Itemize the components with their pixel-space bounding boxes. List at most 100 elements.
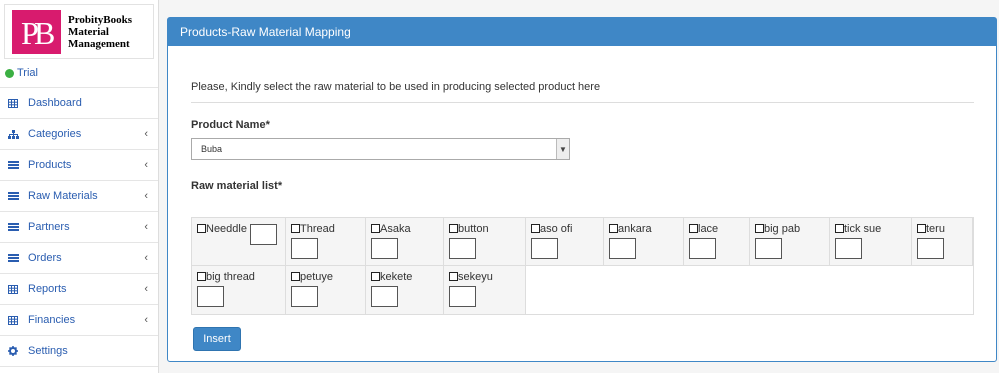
raw-material-checkbox[interactable] <box>755 224 764 233</box>
chevron-left-icon[interactable]: ‹ <box>144 252 148 264</box>
raw-material-name: Thread <box>300 223 335 235</box>
status-dot-icon <box>5 68 14 78</box>
sidebar-item-reports[interactable]: Reports ‹ <box>0 274 158 305</box>
list-icon <box>7 223 19 231</box>
raw-material-name: teru <box>926 223 945 235</box>
raw-material-checkbox[interactable] <box>449 224 458 233</box>
svg-text:B: B <box>34 15 55 49</box>
chevron-left-icon[interactable]: ‹ <box>144 190 148 202</box>
insert-button[interactable]: Insert <box>193 327 241 351</box>
sidebar-item-label: Categories <box>28 128 82 140</box>
pb-logo-icon: P B <box>12 9 61 54</box>
raw-material-row: Needdle Thread Asaka button aso ofi ankara lac… <box>192 218 973 266</box>
raw-material-item: kekete <box>366 266 444 314</box>
raw-material-checkbox[interactable] <box>609 224 618 233</box>
sidebar-item-products[interactable]: Products ‹ <box>0 150 158 181</box>
raw-material-name: button <box>458 223 489 235</box>
raw-material-name: sekeyu <box>458 271 493 283</box>
intro-text: Please, Kindly select the raw material t… <box>191 81 601 93</box>
raw-material-quantity-input[interactable] <box>250 224 277 245</box>
raw-material-checkbox[interactable] <box>197 272 206 281</box>
raw-material-list-label: Raw material list* <box>191 180 283 192</box>
brand-line-2: Material <box>68 25 109 38</box>
chevron-down-icon[interactable]: ▼ <box>556 139 569 159</box>
raw-material-quantity-input[interactable] <box>531 238 558 259</box>
raw-material-quantity-input[interactable] <box>197 286 224 307</box>
sidebar-item-categories[interactable]: Categories ‹ <box>0 119 158 150</box>
brand-logo[interactable]: P B ProbityBooks Material Management <box>4 4 154 59</box>
sidebar-item-dashboard[interactable]: Dashboard <box>0 88 158 119</box>
raw-material-checkbox[interactable] <box>689 224 698 233</box>
raw-material-checkbox[interactable] <box>835 224 844 233</box>
brand-line-3: Management <box>68 37 130 50</box>
raw-material-checkbox[interactable] <box>197 224 206 233</box>
sidebar-item-label: Products <box>28 159 72 171</box>
chevron-left-icon[interactable]: ‹ <box>144 283 148 295</box>
mapping-panel: Products-Raw Material Mapping Please, Ki… <box>167 17 997 362</box>
raw-material-row: big thread petuye kekete sekeyu <box>192 266 973 314</box>
raw-material-item: teru <box>912 218 973 265</box>
raw-material-name: big thread <box>206 271 255 283</box>
product-name-label: Product Name* <box>191 119 270 131</box>
sidebar-item-orders[interactable]: Orders ‹ <box>0 243 158 274</box>
raw-material-checkbox[interactable] <box>917 224 926 233</box>
raw-material-checkbox[interactable] <box>371 224 380 233</box>
panel-title: Products-Raw Material Mapping <box>180 25 351 39</box>
raw-material-checkbox[interactable] <box>291 272 300 281</box>
raw-material-quantity-input[interactable] <box>917 238 944 259</box>
brand-line-1: ProbityBooks <box>68 13 132 26</box>
sidebar-item-partners[interactable]: Partners ‹ <box>0 212 158 243</box>
gear-icon <box>7 346 19 356</box>
sidebar-item-label: Dashboard <box>28 97 82 109</box>
raw-material-name: Needdle <box>206 223 247 235</box>
chevron-left-icon[interactable]: ‹ <box>144 159 148 171</box>
trial-label: Trial <box>17 67 38 79</box>
raw-material-name: petuye <box>300 271 334 283</box>
raw-material-quantity-input[interactable] <box>449 238 476 259</box>
chevron-left-icon[interactable]: ‹ <box>144 221 148 233</box>
raw-material-item: lace <box>684 218 750 265</box>
raw-material-checkbox[interactable] <box>531 224 540 233</box>
raw-material-quantity-input[interactable] <box>291 238 318 259</box>
divider <box>191 102 974 103</box>
sidebar-item-raw-materials[interactable]: Raw Materials ‹ <box>0 181 158 212</box>
raw-material-name: kekete <box>380 271 413 283</box>
sidebar-nav: Dashboard Categories ‹ Products ‹ Raw Materia… <box>0 88 158 367</box>
raw-material-item: sekeyu <box>444 266 526 314</box>
raw-material-checkbox[interactable] <box>449 272 458 281</box>
product-select[interactable]: Buba ▼ <box>191 138 570 160</box>
sidebar-item-settings[interactable]: Settings <box>0 336 158 367</box>
sidebar-item-label: Settings <box>28 345 68 357</box>
sidebar-item-label: Raw Materials <box>28 190 98 202</box>
raw-material-quantity-input[interactable] <box>689 238 716 259</box>
raw-material-quantity-input[interactable] <box>609 238 636 259</box>
empty-cell <box>526 266 973 314</box>
raw-material-checkbox[interactable] <box>371 272 380 281</box>
raw-material-quantity-input[interactable] <box>449 286 476 307</box>
raw-material-item: button <box>444 218 526 265</box>
sidebar-item-label: Financies <box>28 314 76 326</box>
sidebar-item-financies[interactable]: Financies ‹ <box>0 305 158 336</box>
raw-material-name: ankara <box>618 223 652 235</box>
sidebar-item-label: Orders <box>28 252 62 264</box>
sidebar-item-label: Partners <box>28 221 70 233</box>
raw-material-name: aso ofi <box>540 223 573 235</box>
raw-material-quantity-input[interactable] <box>371 238 398 259</box>
raw-material-name: Asaka <box>380 223 411 235</box>
raw-material-quantity-input[interactable] <box>835 238 862 259</box>
list-icon <box>7 192 19 200</box>
table-icon <box>7 98 19 108</box>
list-icon <box>7 161 19 169</box>
product-select-value: Buba <box>201 144 223 154</box>
raw-material-item: petuye <box>286 266 366 314</box>
raw-material-name: tick sue <box>844 223 882 235</box>
table-icon <box>7 284 19 294</box>
raw-material-checkbox[interactable] <box>291 224 300 233</box>
raw-material-quantity-input[interactable] <box>755 238 782 259</box>
raw-material-item: ankara <box>604 218 684 265</box>
chevron-left-icon[interactable]: ‹ <box>144 128 148 140</box>
chevron-left-icon[interactable]: ‹ <box>144 314 148 326</box>
raw-material-quantity-input[interactable] <box>291 286 318 307</box>
table-icon <box>7 315 19 325</box>
raw-material-quantity-input[interactable] <box>371 286 398 307</box>
